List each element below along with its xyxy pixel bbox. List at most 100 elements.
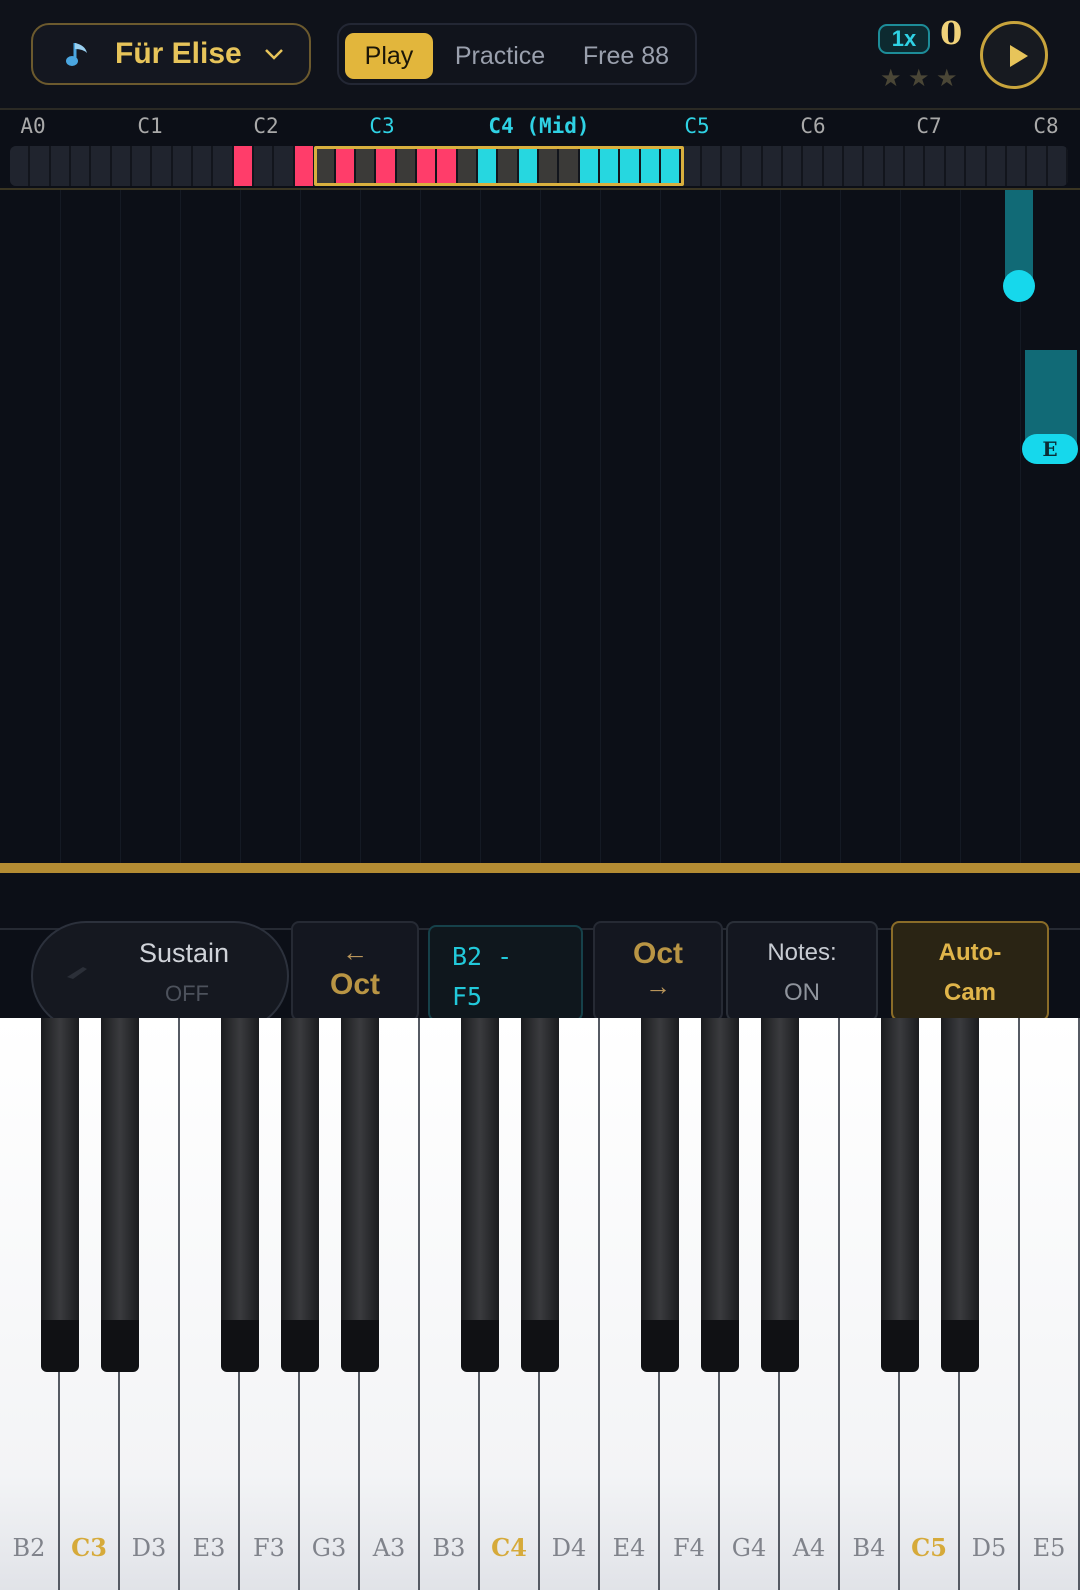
mini-key bbox=[844, 146, 865, 186]
notes-state: ON bbox=[784, 979, 820, 1006]
lane-line bbox=[840, 190, 841, 865]
black-key-a-sharp3[interactable] bbox=[341, 1018, 379, 1372]
mini-key bbox=[905, 146, 926, 186]
black-key-c-sharp3[interactable] bbox=[41, 1018, 79, 1372]
star-icon: ★ bbox=[936, 65, 958, 92]
octave-up-button[interactable]: Oct → bbox=[593, 921, 723, 1021]
octave-down-button[interactable]: ← Oct bbox=[291, 921, 419, 1021]
black-key-d-sharp3[interactable] bbox=[101, 1018, 139, 1372]
mini-key bbox=[132, 146, 153, 186]
black-key-a-sharp4[interactable] bbox=[761, 1018, 799, 1372]
range-display: B2 - F5 bbox=[428, 925, 583, 1021]
octave-label-c2: C2 bbox=[253, 114, 279, 138]
mini-key bbox=[193, 146, 214, 186]
chevron-down-icon bbox=[262, 42, 286, 66]
mini-key bbox=[762, 146, 784, 186]
falling-note-labeled: E bbox=[1022, 434, 1078, 464]
song-title: Für Elise bbox=[115, 37, 242, 70]
notes-toggle[interactable]: Notes: ON bbox=[726, 921, 878, 1021]
pedal-icon bbox=[65, 961, 89, 981]
note-highway: E bbox=[0, 190, 1080, 865]
mini-key bbox=[233, 146, 255, 186]
lane-line bbox=[720, 190, 721, 865]
key-label: D3 bbox=[131, 1534, 167, 1562]
mini-key bbox=[864, 146, 885, 186]
key-label: C4 bbox=[491, 1533, 527, 1562]
lane-line bbox=[540, 190, 541, 865]
lane-line bbox=[420, 190, 421, 865]
black-key-g-sharp4[interactable] bbox=[701, 1018, 739, 1372]
mini-key bbox=[213, 146, 234, 186]
lane-line bbox=[480, 190, 481, 865]
mini-key bbox=[254, 146, 275, 186]
octave-up-label: Oct bbox=[632, 937, 683, 970]
black-key-c-sharp5[interactable] bbox=[881, 1018, 919, 1372]
mini-key bbox=[925, 146, 946, 186]
black-key-c-sharp4[interactable] bbox=[461, 1018, 499, 1372]
key-label: G3 bbox=[311, 1534, 347, 1562]
key-label: F3 bbox=[253, 1534, 285, 1562]
key-label: A3 bbox=[372, 1534, 406, 1562]
lane-line bbox=[300, 190, 301, 865]
mini-key bbox=[91, 146, 112, 186]
mini-key bbox=[50, 146, 72, 186]
mini-key bbox=[1027, 146, 1048, 186]
black-key-f-sharp3[interactable] bbox=[221, 1018, 259, 1372]
lane-line bbox=[900, 190, 901, 865]
key-label: F4 bbox=[673, 1534, 705, 1562]
mini-key bbox=[111, 146, 133, 186]
speed-badge[interactable]: 1x bbox=[878, 24, 930, 54]
lane-line bbox=[60, 190, 61, 865]
lane-line bbox=[120, 190, 121, 865]
lane-line bbox=[240, 190, 241, 865]
black-key-d-sharp5[interactable] bbox=[941, 1018, 979, 1372]
song-select-dropdown[interactable]: Für Elise bbox=[31, 23, 311, 85]
black-key-f-sharp4[interactable] bbox=[641, 1018, 679, 1372]
mini-key bbox=[71, 146, 92, 186]
mini-key bbox=[803, 146, 824, 186]
play-icon bbox=[1010, 45, 1028, 67]
octave-label-c4-mid: C4 (Mid) bbox=[488, 114, 590, 138]
tab-play[interactable]: Play bbox=[345, 33, 433, 79]
music-note-icon bbox=[65, 39, 93, 69]
white-key-e5[interactable]: E5 bbox=[1020, 1018, 1080, 1590]
mini-key bbox=[172, 146, 194, 186]
octave-label-c7: C7 bbox=[916, 114, 942, 138]
lane-line bbox=[360, 190, 361, 865]
key-label: B3 bbox=[432, 1534, 466, 1562]
range-end: F5 bbox=[452, 982, 483, 1011]
key-label: D4 bbox=[551, 1534, 587, 1562]
star-icon: ★ bbox=[880, 65, 902, 92]
tab-practice[interactable]: Practice bbox=[439, 33, 561, 79]
play-button[interactable] bbox=[980, 21, 1048, 89]
auto-cam-label-2: Cam bbox=[943, 979, 997, 1006]
key-label: B2 bbox=[12, 1534, 46, 1562]
tab-free-88[interactable]: Free 88 bbox=[567, 33, 685, 79]
key-label: A4 bbox=[792, 1534, 826, 1562]
lane-line bbox=[660, 190, 661, 865]
mini-key bbox=[884, 146, 906, 186]
black-key-d-sharp4[interactable] bbox=[521, 1018, 559, 1372]
octave-label-a0: A0 bbox=[20, 114, 46, 138]
range-start: B2 - bbox=[452, 942, 513, 971]
sustain-state: OFF bbox=[165, 981, 209, 1006]
lane-line bbox=[180, 190, 181, 865]
black-key-g-sharp3[interactable] bbox=[281, 1018, 319, 1372]
mini-key bbox=[681, 146, 702, 186]
falling-note bbox=[1003, 270, 1035, 302]
key-label: E3 bbox=[192, 1534, 226, 1562]
visible-range-window[interactable] bbox=[314, 146, 684, 186]
arrow-right-icon: → bbox=[645, 971, 671, 1001]
mini-key bbox=[701, 146, 723, 186]
key-label: G4 bbox=[731, 1534, 767, 1562]
mini-key bbox=[783, 146, 804, 186]
mini-key bbox=[742, 146, 763, 186]
sustain-toggle[interactable]: Sustain OFF bbox=[31, 921, 289, 1031]
auto-cam-toggle[interactable]: Auto- Cam bbox=[891, 921, 1049, 1021]
key-label: C5 bbox=[911, 1533, 947, 1562]
key-label: E5 bbox=[1032, 1534, 1066, 1562]
mini-key bbox=[966, 146, 987, 186]
lane-line bbox=[600, 190, 601, 865]
octave-label-c8: C8 bbox=[1033, 114, 1059, 138]
mini-key bbox=[945, 146, 967, 186]
